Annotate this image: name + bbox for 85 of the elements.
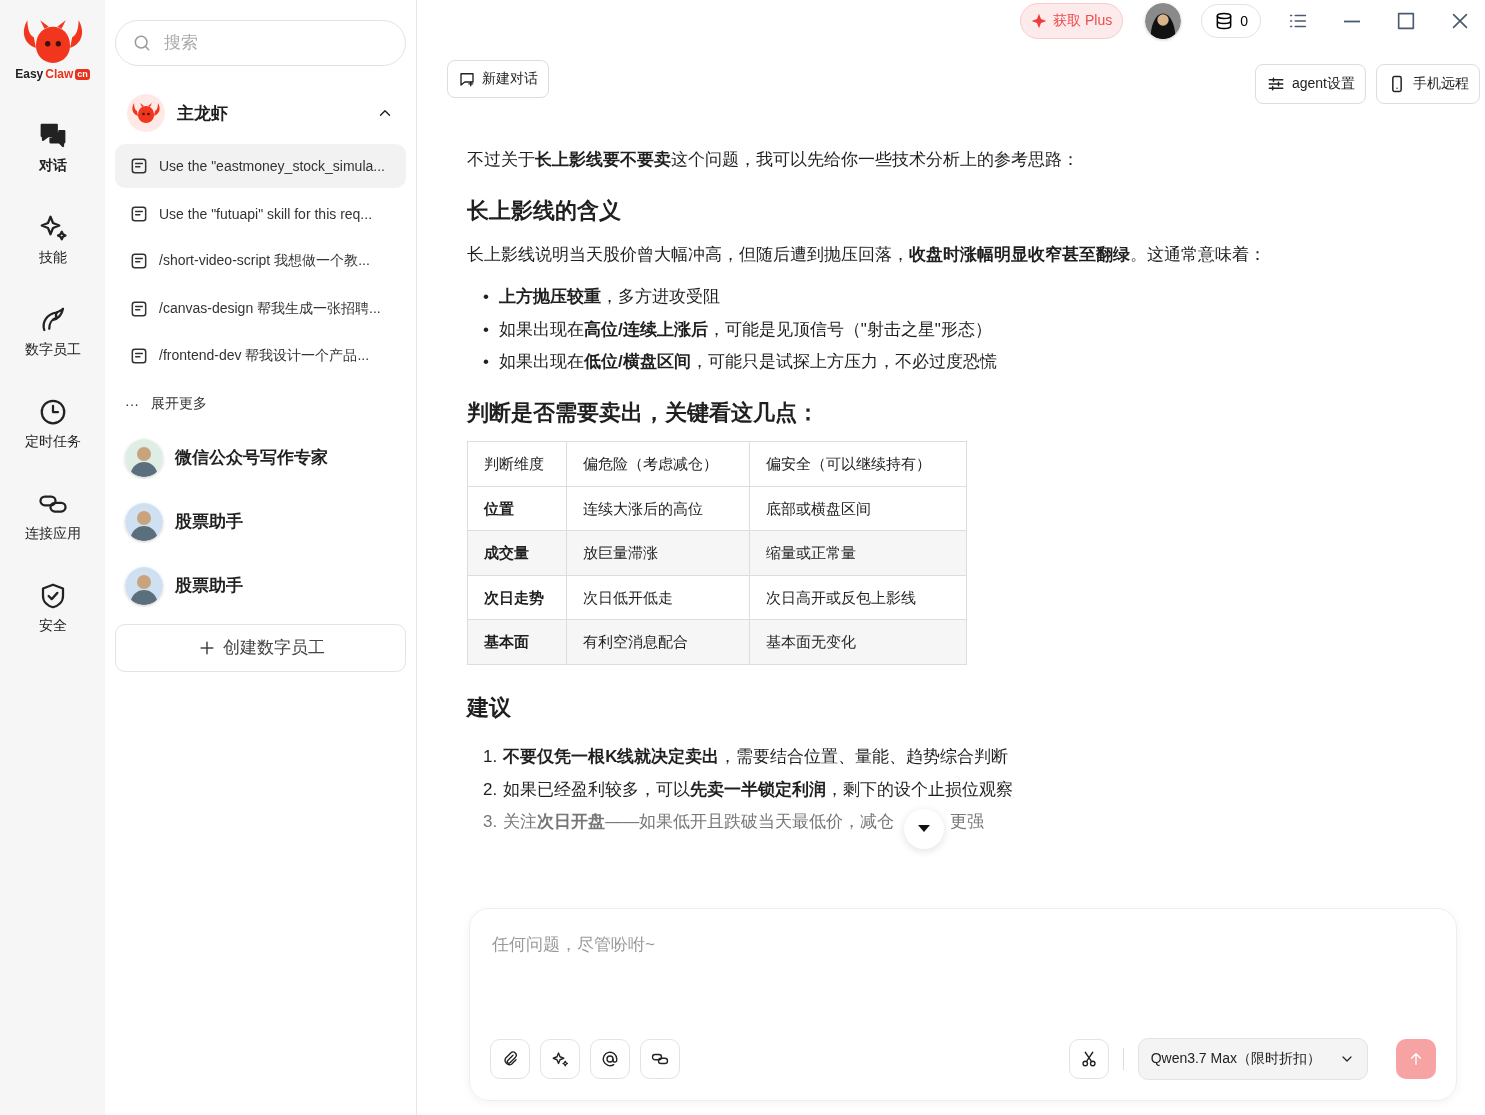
nav-item[interactable]: 连接应用	[24, 489, 81, 582]
list-item: 如果已经盈利较多，可以先卖一半锁定利润，剩下的设个止损位观察	[503, 778, 1014, 801]
table-header: 判断维度	[467, 441, 567, 487]
maximize-icon	[1395, 10, 1417, 32]
conversation-item[interactable]: /frontend-dev 帮我设计一个产品...	[115, 334, 406, 378]
search-input[interactable]: 搜索	[162, 32, 366, 54]
scissors-icon	[1079, 1050, 1098, 1068]
nav-item[interactable]: 技能	[37, 213, 68, 306]
sparkle-icon	[1031, 13, 1048, 29]
claw-icon	[131, 101, 161, 125]
section-heading: 判断是否需要卖出，关键看这几点：	[467, 399, 820, 428]
minimize-icon	[1341, 19, 1363, 23]
new-chat-button[interactable]: 新建对话	[447, 60, 549, 98]
avatar-icon	[125, 502, 163, 541]
agent-name[interactable]: 主龙虾	[177, 101, 364, 125]
at-sign-icon	[601, 1050, 619, 1068]
note-icon	[129, 156, 149, 176]
table-cell: 有利空消息配合	[566, 619, 750, 665]
model-dropdown[interactable]: Qwen3.7 Max（限时折扣）	[1137, 1038, 1368, 1080]
user-avatar[interactable]	[1145, 3, 1182, 39]
bullet-marker: •	[483, 318, 489, 341]
conversation-item[interactable]: Use the "futuapi" skill for this req...	[115, 191, 406, 236]
table-cell: 次日高开或反包上影线	[749, 575, 967, 620]
logo-text: Easy	[15, 67, 44, 82]
agent-name[interactable]: 股票助手	[175, 510, 243, 533]
table-cell: 放巨量滞涨	[566, 530, 750, 576]
table-cell: 基本面无变化	[749, 619, 967, 665]
bullet-marker: •	[483, 351, 489, 373]
new-chat-icon	[458, 70, 476, 88]
note-icon	[129, 251, 149, 271]
list-number: 3.	[483, 810, 498, 833]
list-number: 2.	[483, 778, 498, 801]
agent-name[interactable]: 股票助手	[175, 574, 243, 597]
create-agent-button[interactable]: 创建数字员工	[115, 623, 406, 672]
list-item: 关注次日开盘——如果低开且跌破当天最低价，减仓	[503, 810, 895, 833]
section-heading: 长上影线的含义	[467, 197, 622, 226]
paperclip-icon	[501, 1050, 519, 1068]
section-heading: 建议	[467, 693, 512, 722]
bullet-item: 上方抛压较重，多方进攻受阻	[498, 286, 720, 309]
avatar-icon	[125, 438, 163, 477]
table-header: 偏危险（考虑减仓）	[566, 441, 750, 487]
table-cell: 连续大涨后的高位	[566, 486, 750, 531]
logo-text: Claw	[45, 67, 74, 82]
table-cell: 缩量或正常量	[749, 530, 967, 576]
expand-more-link[interactable]: 展开更多	[151, 394, 207, 413]
mention-button[interactable]	[590, 1039, 630, 1079]
message-text: 不过关于长上影线要不要卖这个问题，我可以先给你一些技术分析上的参考思路：	[467, 149, 1080, 171]
skills-button[interactable]	[540, 1039, 580, 1079]
message-composer[interactable]: 任何问题，尽管吩咐~ Qwen3.7 Max（限时折扣）	[469, 908, 1457, 1101]
table-cell: 位置	[467, 486, 567, 531]
sparkle-icon	[551, 1050, 569, 1068]
agent-name[interactable]: 微信公众号写作专家	[175, 446, 328, 469]
more-icon: ···	[125, 395, 139, 412]
conversation-item[interactable]: Use the "eastmoney_stock_simula...	[115, 144, 406, 188]
table-cell: 次日走势	[467, 575, 567, 620]
message-text: 长上影线说明当天股价曾大幅冲高，但随后遭到抛压回落，收盘时涨幅明显收窄甚至翻绿。这通常意味着：	[467, 244, 1267, 267]
connect-button[interactable]	[640, 1039, 680, 1079]
bullet-item: 如果出现在低位/横盘区间，可能只是试探上方压力，不必过度恐慌	[498, 351, 997, 373]
bullet-marker: •	[483, 286, 489, 309]
list-number: 1.	[483, 746, 498, 769]
avatar-icon	[125, 566, 163, 605]
list-item: 更强	[950, 810, 985, 833]
scissors-button[interactable]	[1068, 1039, 1109, 1079]
phone-remote-button[interactable]: 手机远程	[1376, 64, 1480, 104]
table-cell: 底部或横盘区间	[749, 486, 967, 531]
table-cell: 基本面	[467, 619, 567, 665]
nav-item[interactable]: 安全	[37, 581, 68, 674]
search-icon	[132, 33, 152, 53]
nav-item[interactable]: 对话	[37, 121, 68, 214]
table-header: 偏安全（可以继续持有）	[749, 441, 967, 487]
conversation-item[interactable]: /canvas-design 帮我生成一张招聘...	[115, 286, 406, 331]
table-cell: 成交量	[467, 530, 567, 576]
conversation-item[interactable]: /short-video-script 我想做一个教...	[115, 239, 406, 283]
nav-item[interactable]: 定时任务	[24, 397, 81, 490]
credits-button[interactable]: 0	[1201, 4, 1261, 38]
list-item: 不要仅凭一根K线就决定卖出，需要结合位置、量能、趋势综合判断	[503, 746, 1009, 769]
bullet-item: 如果出现在高位/连续上涨后，可能是见顶信号（"射击之星"形态）	[498, 318, 992, 341]
attach-button[interactable]	[490, 1039, 530, 1079]
nav-item[interactable]: 数字员工	[24, 305, 81, 398]
logo-badge: cn	[75, 68, 90, 80]
agent-settings-button[interactable]: agent设置	[1254, 64, 1366, 104]
table-cell: 次日低开低走	[566, 575, 750, 620]
scroll-down-button[interactable]	[904, 809, 945, 850]
note-icon	[129, 346, 149, 366]
caret-down-icon	[918, 825, 931, 834]
